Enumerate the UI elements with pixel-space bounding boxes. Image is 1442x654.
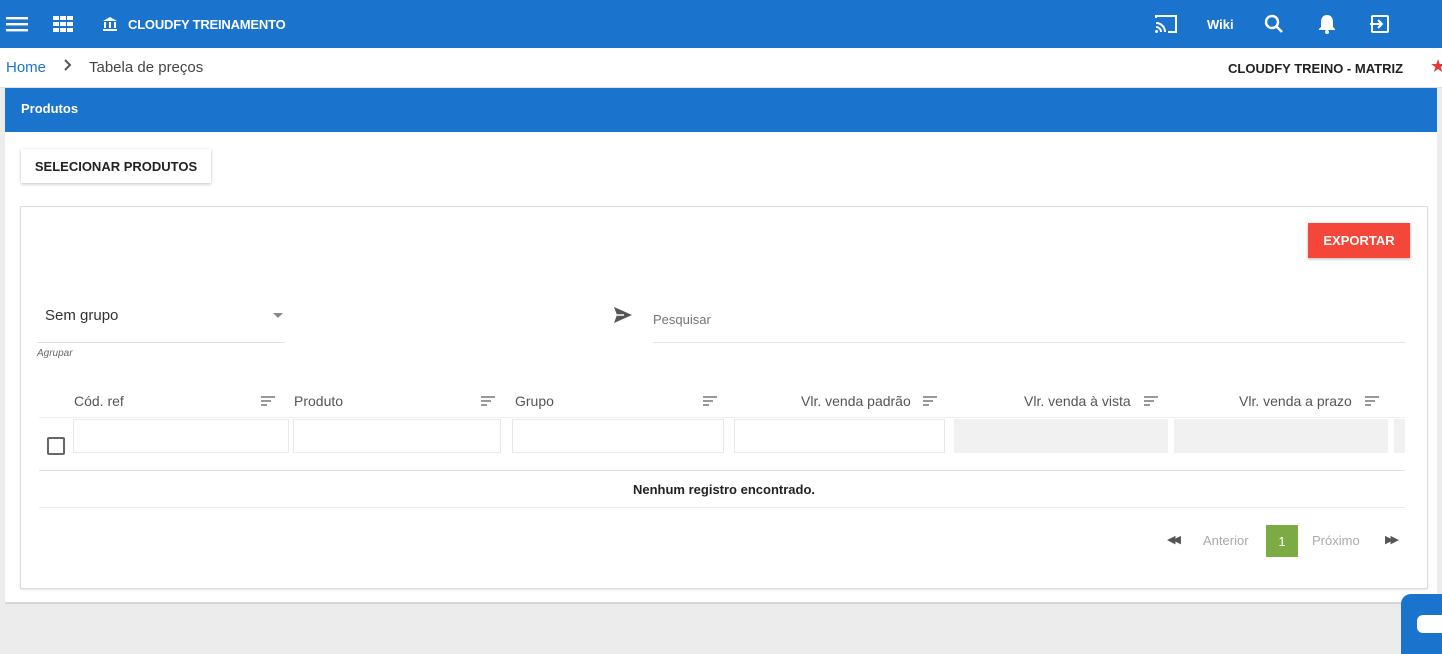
products-card: EXPORTAR Sem grupo Agrupar Cód. ref Prod… — [20, 206, 1428, 589]
sort-icon[interactable] — [1365, 396, 1379, 406]
send-icon[interactable] — [614, 307, 632, 328]
app-title[interactable]: CLOUDFY TREINAMENTO — [102, 16, 286, 32]
wiki-link[interactable]: Wiki — [1207, 17, 1234, 32]
column-header-vlr-venda-a-prazo[interactable]: Vlr. venda a prazo — [1239, 393, 1352, 409]
bell-icon[interactable] — [1315, 12, 1339, 36]
group-select-value: Sem grupo — [45, 307, 119, 324]
group-select[interactable]: Sem grupo — [37, 297, 285, 343]
cast-icon[interactable] — [1154, 12, 1178, 36]
star-icon[interactable]: ★ — [1430, 56, 1442, 77]
column-header-grupo[interactable]: Grupo — [515, 393, 554, 409]
company-name: CLOUDFY TREINO - MATRIZ — [1228, 61, 1404, 76]
empty-message: Nenhum registro encontrado. — [632, 482, 816, 497]
grid-icon[interactable] — [51, 12, 75, 36]
menu-icon[interactable] — [5, 12, 29, 36]
filter-vlr-venda-a-vista-input — [954, 419, 1168, 453]
panel-title: Produtos — [5, 88, 1437, 132]
select-products-button[interactable]: SELECIONAR PRODUTOS — [21, 149, 211, 183]
bank-icon — [103, 17, 117, 31]
column-header-cod-ref[interactable]: Cód. ref — [74, 393, 124, 409]
select-all-checkbox[interactable] — [47, 437, 65, 455]
app-title-label: CLOUDFY TREINAMENTO — [128, 16, 286, 32]
chat-icon — [1417, 615, 1442, 633]
top-bar: CLOUDFY TREINAMENTO Wiki — [0, 0, 1442, 48]
filter-vlr-venda-padrao-input[interactable] — [734, 419, 945, 453]
search-input[interactable] — [653, 297, 1405, 342]
last-page-icon[interactable]: ▶▶ — [1385, 533, 1399, 546]
logout-icon[interactable] — [1368, 12, 1392, 36]
breadcrumb-current: Tabela de preços — [89, 59, 204, 76]
filter-vlr-venda-a-prazo-input — [1174, 419, 1388, 453]
column-header-vlr-venda-a-vista[interactable]: Vlr. venda à vista — [1024, 393, 1131, 409]
first-page-icon[interactable]: ◀◀ — [1167, 533, 1181, 546]
sort-icon[interactable] — [1144, 396, 1158, 406]
sort-icon[interactable] — [923, 396, 937, 406]
more-vert-icon[interactable] — [1430, 12, 1442, 36]
next-page-button[interactable]: Próximo — [1312, 533, 1360, 548]
search-field[interactable] — [653, 297, 1405, 343]
column-header-vlr-venda-padrao[interactable]: Vlr. venda padrão — [801, 393, 911, 409]
divider — [39, 470, 1405, 471]
sort-icon[interactable] — [703, 396, 717, 406]
divider — [39, 507, 1405, 508]
divider — [39, 417, 1405, 418]
search-icon[interactable] — [1262, 12, 1286, 36]
chevron-right-icon — [63, 58, 73, 77]
caret-down-icon — [273, 313, 283, 318]
export-button[interactable]: EXPORTAR — [1308, 223, 1410, 258]
column-header-produto[interactable]: Produto — [294, 393, 343, 409]
group-select-label: Agrupar — [37, 348, 73, 359]
filter-row — [39, 419, 1405, 461]
sort-icon[interactable] — [261, 396, 275, 406]
filter-cod-ref-input[interactable] — [73, 419, 289, 453]
chat-widget-button[interactable] — [1401, 594, 1442, 654]
breadcrumb: Home Tabela de preços CLOUDFY TREINO - M… — [0, 48, 1442, 88]
sort-icon[interactable] — [481, 396, 495, 406]
filter-grupo-input[interactable] — [512, 419, 724, 453]
breadcrumb-home[interactable]: Home — [6, 59, 46, 76]
filter-extra-cell — [1394, 419, 1405, 453]
products-panel: Produtos SELECIONAR PRODUTOS EXPORTAR Se… — [5, 88, 1437, 604]
previous-page-button[interactable]: Anterior — [1203, 533, 1249, 548]
filter-produto-input[interactable] — [293, 419, 501, 453]
current-page-button[interactable]: 1 — [1266, 525, 1298, 557]
